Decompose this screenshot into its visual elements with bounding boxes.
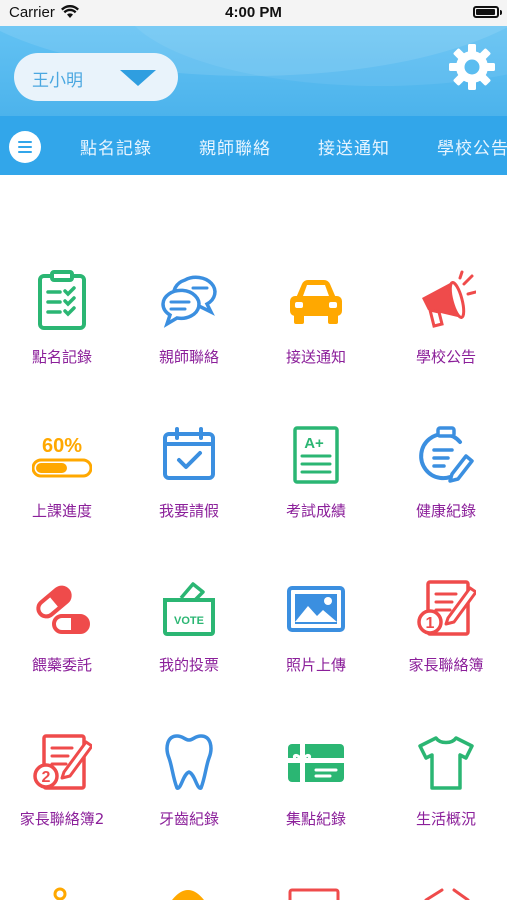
status-bar: Carrier 4:00 PM: [0, 0, 507, 26]
notebook-1-icon: 1: [417, 580, 476, 636]
vote-badge: VOTE: [174, 615, 204, 627]
grid-label: 集點紀錄: [285, 810, 346, 828]
grid-label: 上課進度: [31, 502, 92, 520]
partial-icon: [288, 888, 340, 900]
grid-label: 點名記錄: [31, 348, 92, 366]
grid-label: 親師聯絡: [158, 348, 219, 366]
gift-card-icon: [288, 744, 344, 782]
grid-label: 家長聯絡簿: [408, 656, 484, 674]
tooth-icon: [165, 734, 213, 790]
app-header: 王小明: [0, 26, 507, 116]
dropdown-arrow-icon: [120, 70, 156, 86]
grid-label: 生活概況: [415, 810, 476, 828]
partial-icon: [424, 888, 470, 900]
grid-label: 接送通知: [285, 348, 346, 366]
battery-icon: [473, 6, 502, 18]
grid-label: 健康紀錄: [415, 502, 476, 520]
tab-bar: 點名記錄 親師聯絡 接送通知 學校公告: [0, 116, 507, 175]
grid-label: 學校公告: [415, 348, 476, 366]
grid-label: 照片上傳: [285, 656, 346, 674]
user-name: 王小明: [32, 71, 83, 91]
calendar-check-icon: [163, 427, 215, 480]
chat-bubbles-icon: [161, 275, 217, 328]
medicine-capsule-icon: [36, 585, 90, 634]
notebook-2-icon: 2: [33, 734, 92, 790]
partial-icon: [172, 890, 204, 900]
progress-badge: 60%: [42, 435, 82, 457]
clipboard-checklist-icon: [38, 270, 86, 330]
grid-label: 家長聯絡簿2: [19, 810, 105, 828]
megaphone-icon: [422, 270, 476, 328]
user-selector[interactable]: 王小明: [14, 53, 178, 101]
grid-label: 牙齒紀錄: [158, 810, 219, 828]
tab-parent-teacher[interactable]: 親師聯絡: [199, 134, 271, 159]
tab-pickup[interactable]: 接送通知: [318, 134, 390, 159]
health-clipboard-icon: [419, 426, 474, 483]
number-badge: 2: [42, 769, 51, 786]
grade-badge: A+: [304, 435, 324, 452]
car-icon: [290, 280, 342, 324]
partial-icon: [53, 887, 67, 900]
photo-icon: [287, 586, 345, 632]
gear-icon[interactable]: [447, 42, 497, 92]
clock: 4:00 PM: [225, 4, 282, 21]
grid-label: 我的投票: [158, 656, 219, 674]
tab-announcements[interactable]: 學校公告: [437, 134, 507, 159]
hamburger-menu-icon[interactable]: [9, 131, 41, 163]
tab-attendance[interactable]: 點名記錄: [80, 134, 152, 159]
grid-label: 我要請假: [158, 502, 219, 520]
grade-sheet-icon: A+: [293, 426, 339, 484]
tshirt-icon: [418, 736, 474, 790]
grid-label: 考試成績: [285, 502, 346, 520]
progress-bar-icon: 60%: [32, 435, 92, 478]
number-badge: 1: [426, 615, 435, 632]
grid-label: 餵藥委託: [31, 656, 92, 674]
ballot-box-icon: VOTE: [163, 582, 215, 636]
